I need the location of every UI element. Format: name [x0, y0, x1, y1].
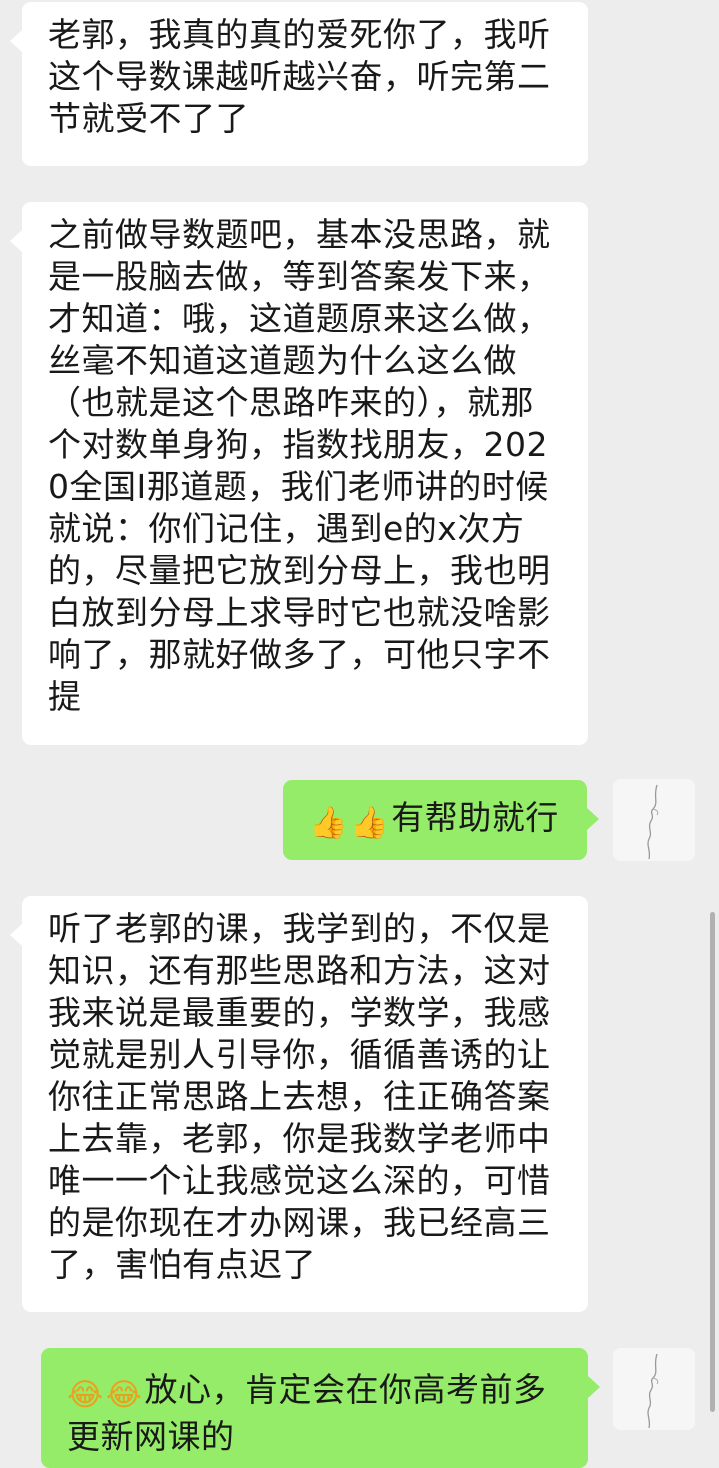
message-text: 听了老郭的课，我学到的，不仅是知识，还有那些思路和方法，这对我来说是最重要的，学…: [48, 909, 551, 1284]
avatar[interactable]: [613, 1348, 695, 1430]
avatar-sketch-icon: [613, 779, 695, 861]
thumbs-up-icon: 👍: [350, 805, 390, 841]
incoming-message-bubble[interactable]: 听了老郭的课，我学到的，不仅是知识，还有那些思路和方法，这对我来说是最重要的，学…: [10, 896, 588, 1312]
laughing-tears-icon: 😂: [105, 1377, 143, 1413]
message-text: 之前做导数题吧，基本没思路，就是一股脑去做，等到答案发下来，才知道：哦，这道题原…: [48, 215, 551, 716]
scrollbar[interactable]: [710, 912, 715, 1412]
outgoing-message-bubble[interactable]: 😂😂放心，肯定会在你高考前多更新网课的: [41, 1348, 600, 1468]
message-text: 老郭，我真的真的爱死你了，我听这个导数课越听越兴奋，听完第二节就受不了了: [48, 15, 551, 138]
thumbs-up-icon: 👍: [309, 805, 349, 841]
avatar[interactable]: [613, 779, 695, 861]
incoming-message-bubble[interactable]: 之前做导数题吧，基本没思路，就是一股脑去做，等到答案发下来，才知道：哦，这道题原…: [10, 202, 588, 745]
avatar-sketch-icon: [613, 1348, 695, 1430]
incoming-message-bubble[interactable]: 老郭，我真的真的爱死你了，我听这个导数课越听越兴奋，听完第二节就受不了了: [10, 2, 588, 166]
message-text: 有帮助就行: [391, 798, 559, 837]
laughing-tears-icon: 😂: [67, 1377, 104, 1413]
outgoing-message-bubble[interactable]: 👍👍有帮助就行: [283, 780, 599, 860]
